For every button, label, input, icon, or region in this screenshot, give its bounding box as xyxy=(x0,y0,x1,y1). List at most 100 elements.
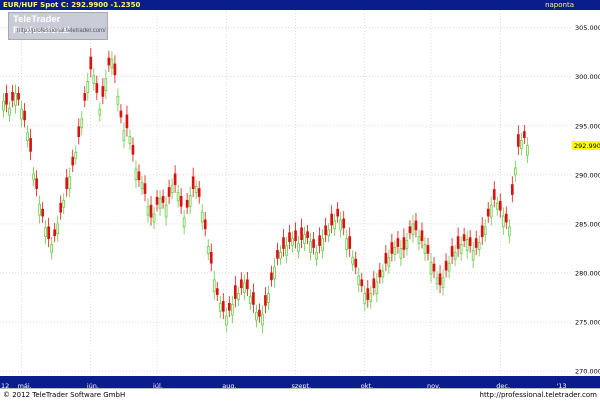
candle-body-161[interactable] xyxy=(486,208,490,217)
candle-body-119[interactable] xyxy=(360,279,364,287)
candle-body-98[interactable] xyxy=(297,243,300,252)
candle-body-92[interactable] xyxy=(279,251,282,259)
candle-body-109[interactable] xyxy=(330,213,333,226)
candle-body-153[interactable] xyxy=(462,234,466,241)
candle-body-48[interactable] xyxy=(146,205,150,216)
candle-body-71[interactable] xyxy=(215,288,219,295)
candle-body-57[interactable] xyxy=(173,173,177,186)
candle-body-163[interactable] xyxy=(492,189,496,200)
candle-body-52[interactable] xyxy=(158,197,162,209)
candle-body-99[interactable] xyxy=(300,227,303,241)
candle-body-103[interactable] xyxy=(312,239,315,248)
candle-body-35[interactable] xyxy=(107,57,111,66)
candle-body-158[interactable] xyxy=(477,242,481,250)
candle-body-72[interactable] xyxy=(218,302,222,312)
candle-body-64[interactable] xyxy=(194,186,198,193)
candle-body-166[interactable] xyxy=(501,215,505,228)
candle-body-140[interactable] xyxy=(423,244,427,254)
candle-body-65[interactable] xyxy=(197,188,201,197)
candle-body-67[interactable] xyxy=(203,219,207,230)
candle-body-11[interactable] xyxy=(35,178,38,189)
candle-body-4[interactable] xyxy=(14,93,17,106)
plot-area[interactable] xyxy=(0,10,573,376)
candle-body-23[interactable] xyxy=(71,156,75,166)
candlestick-chart[interactable] xyxy=(0,10,572,376)
candle-body-125[interactable] xyxy=(378,269,382,278)
candle-body-34[interactable] xyxy=(104,78,108,91)
candle-body-167[interactable] xyxy=(504,213,508,223)
candle-body-143[interactable] xyxy=(432,263,436,272)
candle-body-149[interactable] xyxy=(450,246,454,257)
candle-body-20[interactable] xyxy=(62,199,66,208)
candle-body-123[interactable] xyxy=(372,278,376,289)
candle-body-15[interactable] xyxy=(47,226,50,240)
candle-body-111[interactable] xyxy=(336,208,340,217)
candle-body-112[interactable] xyxy=(339,219,343,231)
candle-body-73[interactable] xyxy=(221,301,225,312)
candle-body-96[interactable] xyxy=(291,238,294,246)
candle-body-5[interactable] xyxy=(17,93,20,100)
candle-body-135[interactable] xyxy=(408,226,412,234)
candle-body-51[interactable] xyxy=(155,197,159,205)
candle-body-27[interactable] xyxy=(83,93,87,101)
candle-body-81[interactable] xyxy=(246,279,249,290)
candle-body-36[interactable] xyxy=(110,58,114,69)
candle-body-69[interactable] xyxy=(209,251,213,264)
candle-body-83[interactable] xyxy=(252,292,255,305)
candle-body-154[interactable] xyxy=(465,239,469,251)
candle-body-129[interactable] xyxy=(390,242,394,254)
candle-body-148[interactable] xyxy=(447,262,451,272)
candle-body-85[interactable] xyxy=(258,309,261,317)
candle-body-50[interactable] xyxy=(152,213,156,223)
candle-body-157[interactable] xyxy=(474,238,478,248)
candle-body-128[interactable] xyxy=(387,256,391,267)
candle-body-42[interactable] xyxy=(128,136,132,144)
candle-body-151[interactable] xyxy=(456,236,460,249)
candle-body-60[interactable] xyxy=(182,217,186,228)
candle-body-155[interactable] xyxy=(468,237,472,246)
candle-body-127[interactable] xyxy=(384,252,388,264)
candle-body-137[interactable] xyxy=(414,220,418,231)
candle-body-95[interactable] xyxy=(288,232,291,242)
candle-body-150[interactable] xyxy=(453,251,457,260)
candle-body-3[interactable] xyxy=(11,92,14,101)
candle-body-10[interactable] xyxy=(32,173,35,181)
candle-body-90[interactable] xyxy=(273,266,276,280)
candle-body-40[interactable] xyxy=(122,130,126,141)
candle-body-118[interactable] xyxy=(357,275,361,286)
candle-body-77[interactable] xyxy=(233,285,237,299)
candle-body-33[interactable] xyxy=(101,86,105,97)
candle-body-2[interactable] xyxy=(8,107,11,116)
candle-body-108[interactable] xyxy=(327,229,330,237)
candle-body-126[interactable] xyxy=(381,270,385,278)
candle-body-145[interactable] xyxy=(438,273,442,286)
candle-body-19[interactable] xyxy=(59,202,63,213)
candle-body-106[interactable] xyxy=(321,238,324,251)
candle-body-63[interactable] xyxy=(191,176,195,189)
candle-body-28[interactable] xyxy=(86,81,90,93)
candle-body-124[interactable] xyxy=(375,281,379,294)
candle-body-113[interactable] xyxy=(342,218,346,229)
candle-body-87[interactable] xyxy=(264,295,267,306)
candle-body-168[interactable] xyxy=(507,226,511,237)
candle-body-49[interactable] xyxy=(149,204,153,218)
candle-body-142[interactable] xyxy=(429,261,433,275)
candle-body-171[interactable] xyxy=(516,134,520,147)
candle-body-146[interactable] xyxy=(441,277,445,289)
candle-body-97[interactable] xyxy=(294,230,297,241)
candle-body-172[interactable] xyxy=(520,140,523,149)
candle-body-61[interactable] xyxy=(185,199,189,208)
candle-body-104[interactable] xyxy=(315,251,318,260)
candle-body-16[interactable] xyxy=(50,244,54,253)
candle-body-105[interactable] xyxy=(318,235,321,246)
candle-body-37[interactable] xyxy=(113,63,117,76)
candle-body-39[interactable] xyxy=(119,110,123,118)
candle-body-160[interactable] xyxy=(483,226,487,236)
candle-body-0[interactable] xyxy=(2,100,5,111)
candle-body-139[interactable] xyxy=(420,230,424,241)
candle-body-53[interactable] xyxy=(161,196,165,203)
candle-body-82[interactable] xyxy=(249,296,252,304)
candle-body-9[interactable] xyxy=(29,138,32,152)
candle-body-138[interactable] xyxy=(417,236,421,244)
candle-body-56[interactable] xyxy=(170,185,174,193)
